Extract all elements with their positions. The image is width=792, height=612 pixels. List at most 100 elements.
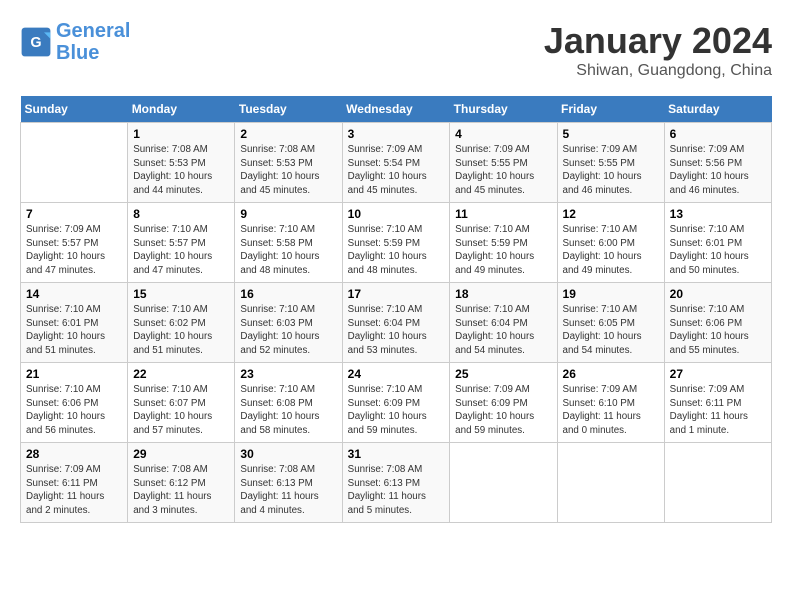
calendar-cell	[21, 123, 128, 203]
day-number: 29	[133, 447, 229, 461]
day-info: Sunrise: 7:10 AMSunset: 5:59 PMDaylight:…	[455, 223, 551, 278]
logo-text: General Blue	[56, 20, 130, 64]
day-number: 9	[240, 207, 336, 221]
calendar-cell: 27 Sunrise: 7:09 AMSunset: 6:11 PMDayligh…	[664, 363, 771, 443]
day-number: 23	[240, 367, 336, 381]
day-info: Sunrise: 7:09 AMSunset: 5:55 PMDaylight:…	[563, 143, 659, 198]
day-number: 1	[133, 127, 229, 141]
day-info: Sunrise: 7:08 AMSunset: 5:53 PMDaylight:…	[133, 143, 229, 198]
calendar-cell: 25 Sunrise: 7:09 AMSunset: 6:09 PMDayligh…	[450, 363, 557, 443]
day-info: Sunrise: 7:09 AMSunset: 5:57 PMDaylight:…	[26, 223, 122, 278]
calendar-cell: 22 Sunrise: 7:10 AMSunset: 6:07 PMDayligh…	[128, 363, 235, 443]
calendar-cell: 24 Sunrise: 7:10 AMSunset: 6:09 PMDayligh…	[342, 363, 450, 443]
calendar-cell: 6 Sunrise: 7:09 AMSunset: 5:56 PMDaylight…	[664, 123, 771, 203]
calendar-cell: 7 Sunrise: 7:09 AMSunset: 5:57 PMDaylight…	[21, 203, 128, 283]
day-number: 15	[133, 287, 229, 301]
day-info: Sunrise: 7:08 AMSunset: 6:12 PMDaylight:…	[133, 463, 229, 518]
calendar-week-row: 28Sunrise: 7:09 AMSunset: 6:11 PMDayligh…	[21, 443, 772, 523]
day-number: 11	[455, 207, 551, 221]
day-number: 16	[240, 287, 336, 301]
day-number: 24	[348, 367, 445, 381]
calendar-cell	[557, 443, 664, 523]
weekday-header: Saturday	[664, 96, 771, 123]
day-number: 7	[26, 207, 122, 221]
day-info: Sunrise: 7:10 AMSunset: 5:58 PMDaylight:…	[240, 223, 336, 278]
calendar-cell: 3 Sunrise: 7:09 AMSunset: 5:54 PMDaylight…	[342, 123, 450, 203]
day-info: Sunrise: 7:10 AMSunset: 6:08 PMDaylight:…	[240, 383, 336, 438]
day-info: Sunrise: 7:08 AMSunset: 6:13 PMDaylight:…	[240, 463, 336, 518]
title-block: January 2024 Shiwan, Guangdong, China	[544, 20, 772, 80]
day-number: 19	[563, 287, 659, 301]
day-number: 14	[26, 287, 122, 301]
weekday-header: Tuesday	[235, 96, 342, 123]
weekday-header: Monday	[128, 96, 235, 123]
calendar-cell	[664, 443, 771, 523]
calendar-week-row: 7 Sunrise: 7:09 AMSunset: 5:57 PMDaylight…	[21, 203, 772, 283]
day-number: 30	[240, 447, 336, 461]
calendar-cell: 19 Sunrise: 7:10 AMSunset: 6:05 PMDayligh…	[557, 283, 664, 363]
calendar-header-row: SundayMondayTuesdayWednesdayThursdayFrid…	[21, 96, 772, 123]
day-number: 4	[455, 127, 551, 141]
day-number: 18	[455, 287, 551, 301]
day-number: 28	[26, 447, 122, 461]
day-number: 17	[348, 287, 445, 301]
calendar-cell: 20Sunrise: 7:10 AMSunset: 6:06 PMDayligh…	[664, 283, 771, 363]
day-info: Sunrise: 7:10 AMSunset: 6:05 PMDaylight:…	[563, 303, 659, 358]
day-number: 31	[348, 447, 445, 461]
day-number: 13	[670, 207, 766, 221]
day-number: 20	[670, 287, 766, 301]
calendar-cell: 4Sunrise: 7:09 AMSunset: 5:55 PMDaylight…	[450, 123, 557, 203]
calendar-cell: 30 Sunrise: 7:08 AMSunset: 6:13 PMDayligh…	[235, 443, 342, 523]
calendar-cell: 31 Sunrise: 7:08 AMSunset: 6:13 PMDayligh…	[342, 443, 450, 523]
day-info: Sunrise: 7:08 AMSunset: 6:13 PMDaylight:…	[348, 463, 445, 518]
calendar-cell: 14Sunrise: 7:10 AMSunset: 6:01 PMDayligh…	[21, 283, 128, 363]
day-info: Sunrise: 7:10 AMSunset: 6:07 PMDaylight:…	[133, 383, 229, 438]
day-info: Sunrise: 7:10 AMSunset: 6:03 PMDaylight:…	[240, 303, 336, 358]
day-info: Sunrise: 7:09 AMSunset: 6:11 PMDaylight:…	[670, 383, 766, 438]
day-number: 22	[133, 367, 229, 381]
day-number: 10	[348, 207, 445, 221]
calendar-cell: 5 Sunrise: 7:09 AMSunset: 5:55 PMDaylight…	[557, 123, 664, 203]
day-info: Sunrise: 7:10 AMSunset: 6:01 PMDaylight:…	[670, 223, 766, 278]
calendar-cell: 1 Sunrise: 7:08 AMSunset: 5:53 PMDaylight…	[128, 123, 235, 203]
day-number: 5	[563, 127, 659, 141]
calendar-cell: 21 Sunrise: 7:10 AMSunset: 6:06 PMDayligh…	[21, 363, 128, 443]
calendar-cell	[450, 443, 557, 523]
day-info: Sunrise: 7:10 AMSunset: 6:09 PMDaylight:…	[348, 383, 445, 438]
month-title: January 2024	[544, 20, 772, 62]
calendar-table: SundayMondayTuesdayWednesdayThursdayFrid…	[20, 96, 772, 523]
day-info: Sunrise: 7:09 AMSunset: 5:54 PMDaylight:…	[348, 143, 445, 198]
calendar-week-row: 21 Sunrise: 7:10 AMSunset: 6:06 PMDayligh…	[21, 363, 772, 443]
day-number: 8	[133, 207, 229, 221]
day-info: Sunrise: 7:10 AMSunset: 6:02 PMDaylight:…	[133, 303, 229, 358]
day-number: 12	[563, 207, 659, 221]
day-info: Sunrise: 7:09 AMSunset: 6:09 PMDaylight:…	[455, 383, 551, 438]
day-info: Sunrise: 7:09 AMSunset: 5:56 PMDaylight:…	[670, 143, 766, 198]
day-info: Sunrise: 7:10 AMSunset: 6:04 PMDaylight:…	[455, 303, 551, 358]
day-number: 3	[348, 127, 445, 141]
day-number: 26	[563, 367, 659, 381]
weekday-header: Thursday	[450, 96, 557, 123]
day-info: Sunrise: 7:10 AMSunset: 6:06 PMDaylight:…	[26, 383, 122, 438]
day-number: 2	[240, 127, 336, 141]
day-info: Sunrise: 7:09 AMSunset: 6:10 PMDaylight:…	[563, 383, 659, 438]
day-number: 25	[455, 367, 551, 381]
day-number: 6	[670, 127, 766, 141]
calendar-cell: 2Sunrise: 7:08 AMSunset: 5:53 PMDaylight…	[235, 123, 342, 203]
weekday-header: Sunday	[21, 96, 128, 123]
calendar-cell: 8 Sunrise: 7:10 AMSunset: 5:57 PMDaylight…	[128, 203, 235, 283]
calendar-cell: 28Sunrise: 7:09 AMSunset: 6:11 PMDayligh…	[21, 443, 128, 523]
day-number: 27	[670, 367, 766, 381]
logo-icon: G	[20, 26, 52, 58]
calendar-cell: 26 Sunrise: 7:09 AMSunset: 6:10 PMDayligh…	[557, 363, 664, 443]
weekday-header: Wednesday	[342, 96, 450, 123]
weekday-header: Friday	[557, 96, 664, 123]
day-info: Sunrise: 7:10 AMSunset: 5:57 PMDaylight:…	[133, 223, 229, 278]
calendar-cell: 12 Sunrise: 7:10 AMSunset: 6:00 PMDayligh…	[557, 203, 664, 283]
day-info: Sunrise: 7:10 AMSunset: 6:04 PMDaylight:…	[348, 303, 445, 358]
day-number: 21	[26, 367, 122, 381]
calendar-cell: 10Sunrise: 7:10 AMSunset: 5:59 PMDayligh…	[342, 203, 450, 283]
day-info: Sunrise: 7:10 AMSunset: 6:00 PMDaylight:…	[563, 223, 659, 278]
calendar-cell: 13 Sunrise: 7:10 AMSunset: 6:01 PMDayligh…	[664, 203, 771, 283]
calendar-cell: 9 Sunrise: 7:10 AMSunset: 5:58 PMDaylight…	[235, 203, 342, 283]
